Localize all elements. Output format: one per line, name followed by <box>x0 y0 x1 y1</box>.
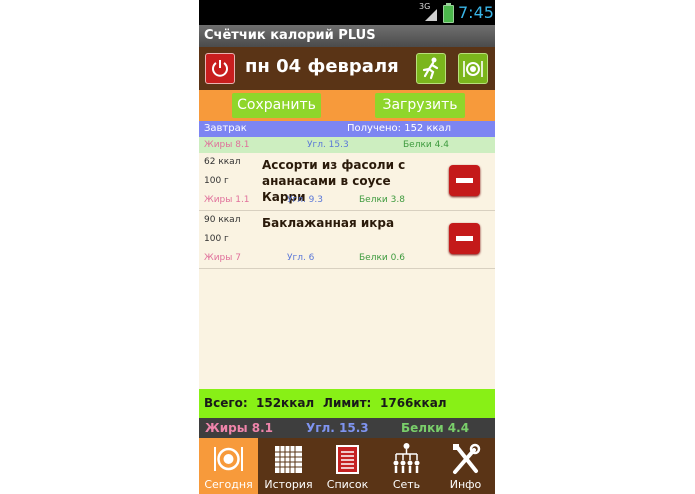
nav-label: История <box>264 478 313 491</box>
food-grams: 100 г <box>204 176 229 186</box>
plate-cutlery-icon <box>463 61 483 77</box>
nav-label: Список <box>326 478 369 491</box>
tools-icon <box>453 443 481 474</box>
nav-info[interactable]: Инфо <box>436 438 495 494</box>
activity-button[interactable] <box>416 53 446 84</box>
nav-list[interactable]: Список <box>318 438 377 494</box>
status-bar: 3G 7:45 <box>199 0 495 25</box>
meals-button[interactable] <box>458 53 488 84</box>
total-label: Всего: <box>204 396 248 410</box>
running-man-icon <box>422 57 439 80</box>
meal-macros: Жиры 8.1 Угл. 15.3 Белки 4.4 <box>199 137 495 153</box>
meal-name: Завтрак <box>204 123 247 134</box>
food-kcal: 62 ккал <box>204 157 241 167</box>
nav-label: Инфо <box>449 478 482 491</box>
minus-icon <box>456 178 473 183</box>
plate-icon <box>214 447 243 471</box>
total-value: 152ккал <box>256 396 315 410</box>
save-button[interactable]: Сохранить <box>232 93 321 118</box>
food-grams: 100 г <box>204 234 229 244</box>
nav-network[interactable]: Сеть <box>377 438 436 494</box>
load-button[interactable]: Загрузить <box>375 93 465 118</box>
power-icon <box>212 60 228 77</box>
battery-icon <box>443 3 454 23</box>
totals-bar: Всего: 152ккал Лимит: 1766ккал <box>199 389 495 418</box>
food-carbs: Угл. 9.3 <box>287 195 323 205</box>
food-protein: Белки 3.8 <box>359 195 405 205</box>
food-fat: Жиры 7 <box>204 253 241 263</box>
remove-food-button[interactable] <box>449 165 480 196</box>
calendar-icon <box>275 446 302 473</box>
food-kcal: 90 ккал <box>204 215 241 225</box>
meal-protein: Белки 4.4 <box>403 140 449 150</box>
meal-fat: Жиры 8.1 <box>204 140 250 150</box>
limit-value: 1766ккал <box>380 396 447 410</box>
nav-history[interactable]: История <box>259 438 318 494</box>
limit-label: Лимит: <box>323 396 372 410</box>
app-title: Счётчик калорий PLUS <box>199 25 495 47</box>
food-item[interactable]: 62 ккал 100 г Ассорти из фасоли с ананас… <box>199 153 495 211</box>
bottom-nav: Сегодня История Список Сеть Инфо <box>199 438 495 494</box>
date-header: пн 04 февраля <box>199 47 495 90</box>
list-icon <box>336 445 359 474</box>
food-protein: Белки 0.6 <box>359 253 405 263</box>
meal-carbs: Угл. 15.3 <box>307 140 349 150</box>
action-bar: Сохранить Загрузить <box>199 90 495 121</box>
macro-totals-bar: Жиры 8.1 Угл. 15.3 Белки 4.4 <box>199 418 495 438</box>
meal-received: Получено: 152 ккал <box>347 123 452 134</box>
food-name: Баклажанная икра <box>262 216 395 230</box>
nav-today[interactable]: Сегодня <box>199 438 258 494</box>
network-icon <box>393 443 420 473</box>
current-date: пн 04 февраля <box>245 56 399 77</box>
food-fat: Жиры 1.1 <box>204 195 250 205</box>
clock: 7:45 <box>458 3 494 22</box>
total-fat: Жиры 8.1 <box>205 421 273 435</box>
total-carbs: Угл. 15.3 <box>306 421 369 435</box>
power-button[interactable] <box>205 53 235 84</box>
minus-icon <box>456 236 473 241</box>
meal-header[interactable]: Завтрак Получено: 152 ккал <box>199 121 495 137</box>
remove-food-button[interactable] <box>449 223 480 254</box>
phone-screen: 3G 7:45 Счётчик калорий PLUS пн 04 февра… <box>199 0 495 494</box>
food-item[interactable]: 90 ккал 100 г Баклажанная икра Жиры 7 Уг… <box>199 211 495 269</box>
nav-label: Сегодня <box>204 478 253 491</box>
total-protein: Белки 4.4 <box>401 421 470 435</box>
nav-label: Сеть <box>392 478 421 491</box>
signal-icon <box>425 9 437 21</box>
food-carbs: Угл. 6 <box>287 253 315 263</box>
